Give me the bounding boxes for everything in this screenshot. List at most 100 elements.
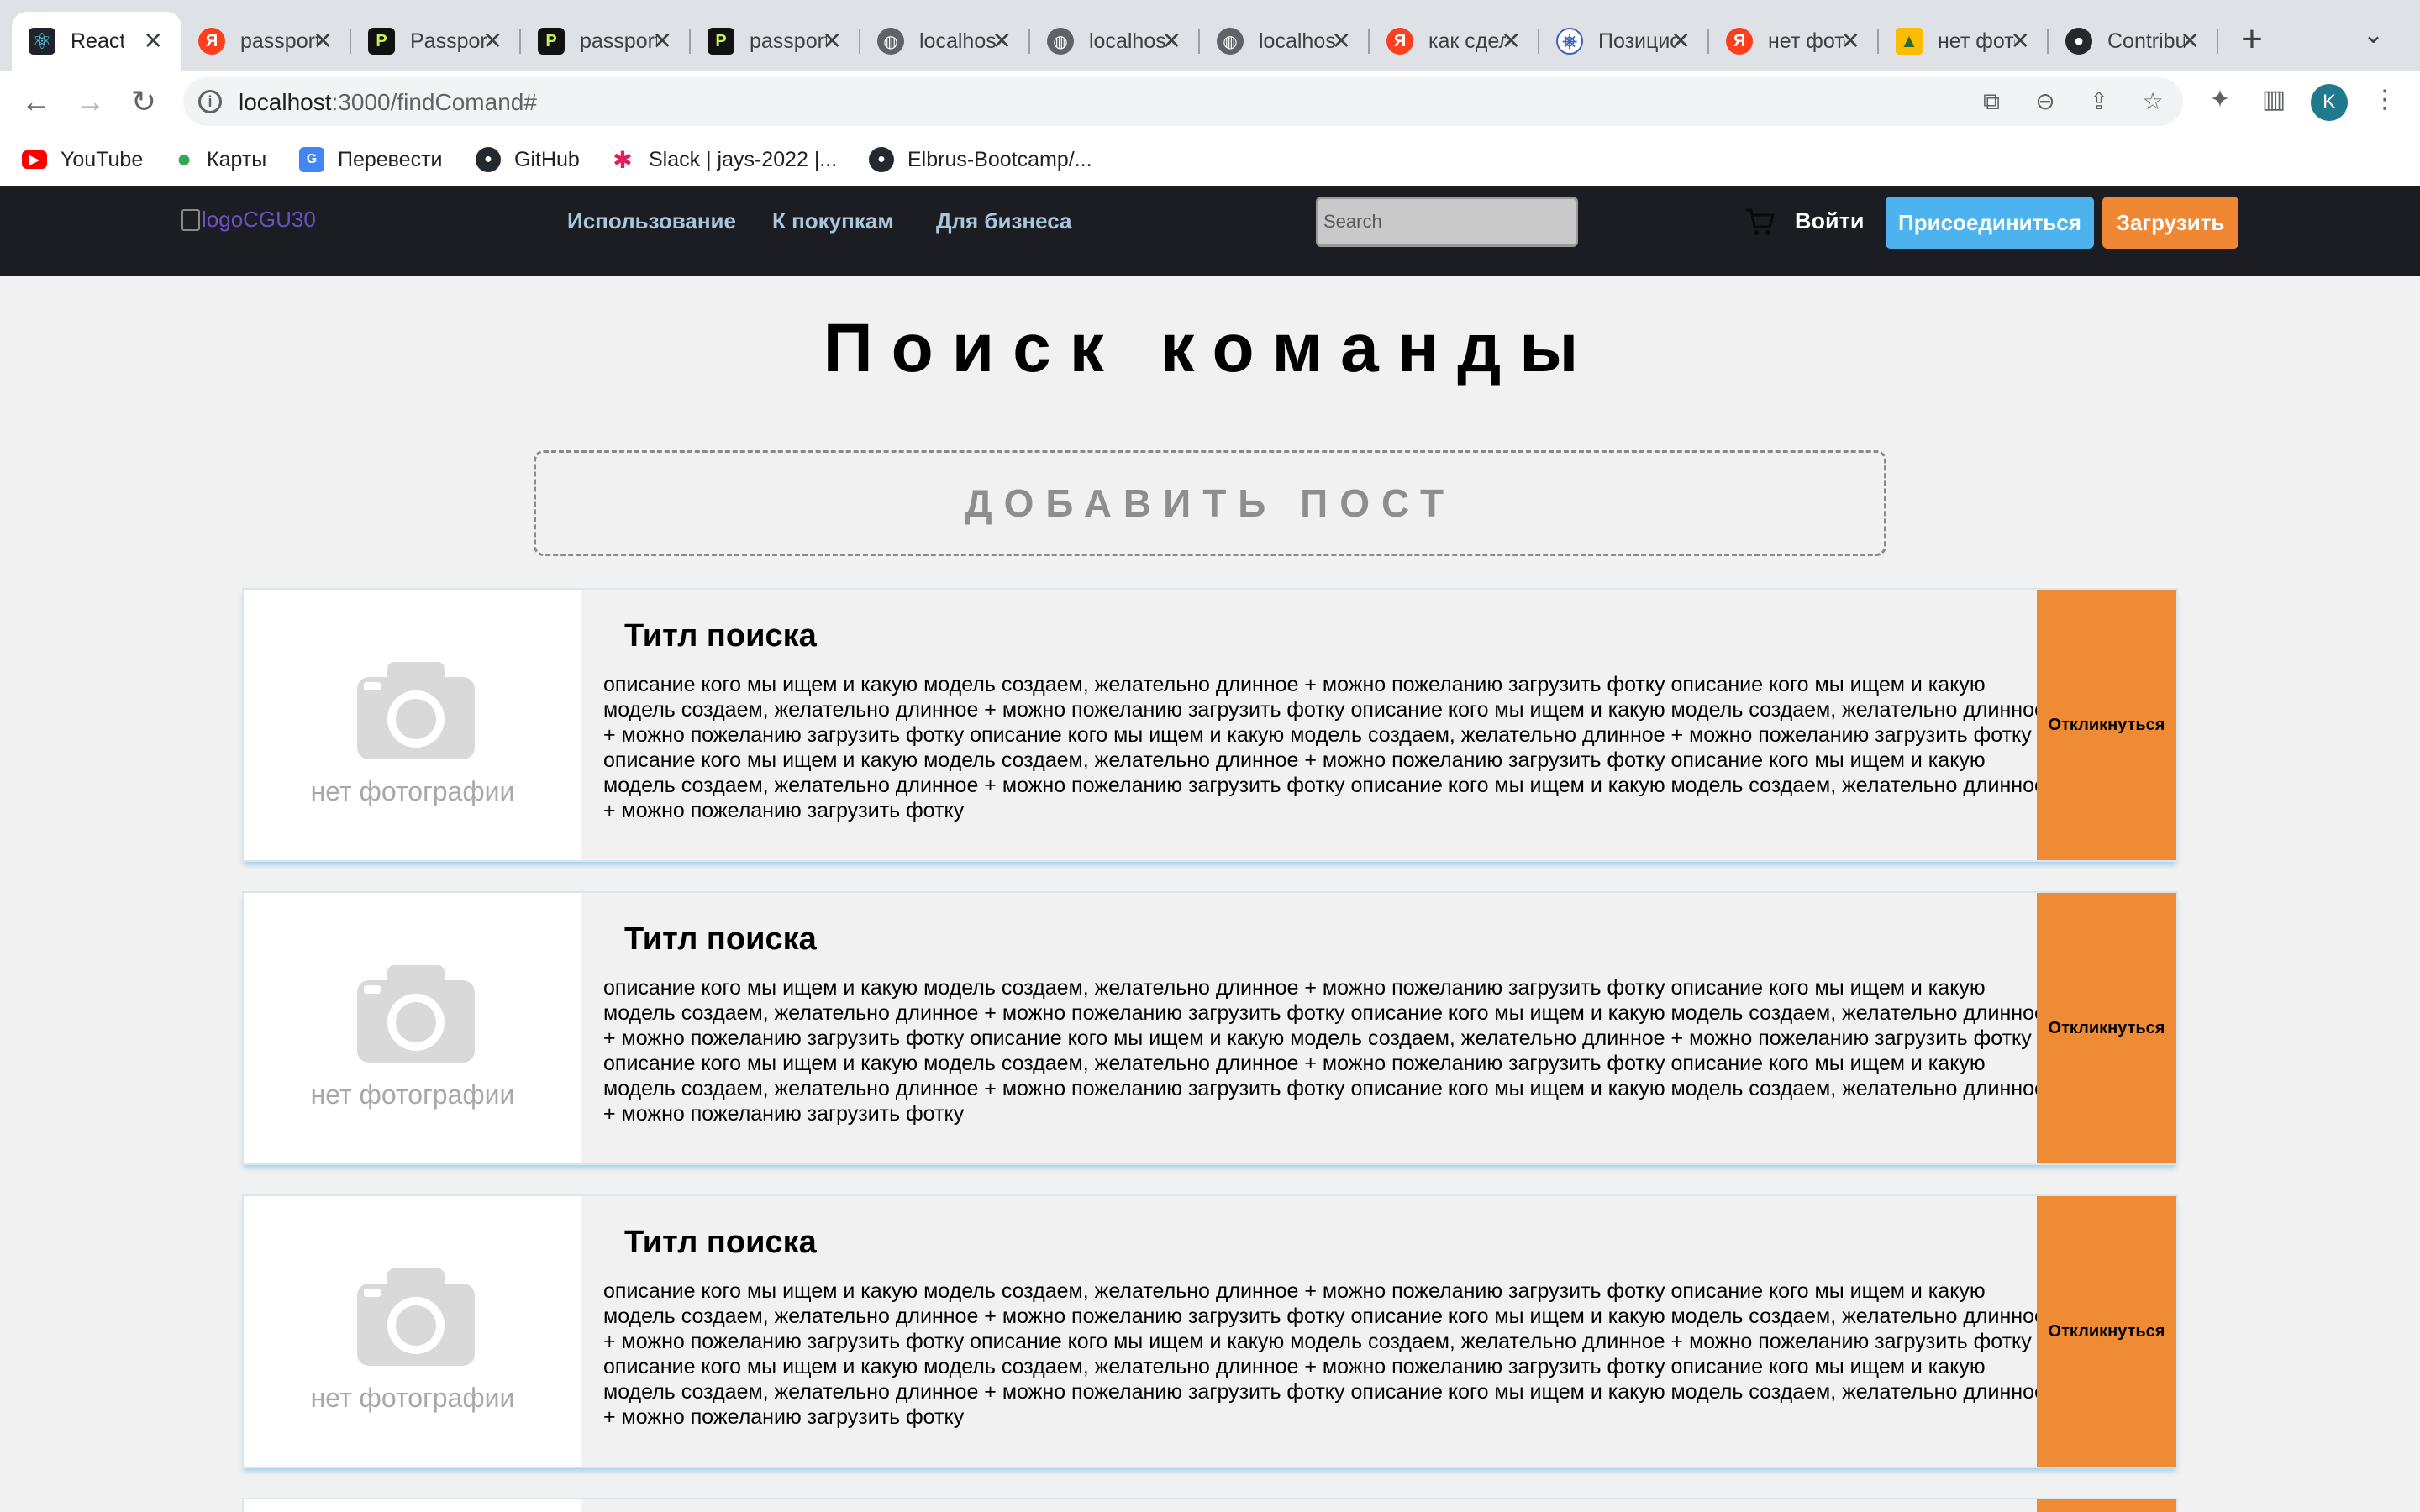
new-tab-button[interactable]: + — [2231, 18, 2273, 60]
logo[interactable]: logoCGU30 — [182, 207, 316, 233]
bookmark-label: YouTube — [60, 147, 144, 171]
bookmark-item[interactable]: ▶ YouTube — [22, 144, 143, 175]
globe-icon: ◍ — [1047, 28, 1074, 55]
tab-title: passport — [580, 29, 657, 53]
url-host: localhost — [239, 89, 332, 115]
join-button[interactable]: Присоединиться — [1886, 197, 2094, 249]
github-icon: ● — [869, 147, 894, 172]
nav-business[interactable]: Для бизнеса — [936, 208, 1071, 234]
tab-title: как сделать — [1428, 29, 1506, 53]
react-icon: ⚛ — [29, 28, 55, 55]
translate-icon[interactable]: ⧉ — [1978, 88, 2005, 115]
tab-title: Contribute — [2107, 29, 2185, 53]
close-icon[interactable]: ✕ — [653, 29, 672, 54]
zoom-icon[interactable]: ⊖ — [2032, 88, 2059, 115]
respond-button[interactable]: Откликнуться — [2037, 590, 2176, 860]
extensions-icon[interactable]: ✦ — [2205, 85, 2235, 115]
browser-tab[interactable]: P Passport ✕ — [351, 12, 521, 71]
close-icon[interactable]: ✕ — [483, 29, 502, 54]
close-icon[interactable]: ✕ — [1502, 29, 1521, 54]
browser-tab[interactable]: ⎈ Позиционирование ✕ — [1539, 12, 1709, 71]
browser-tab[interactable]: P passport ✕ — [521, 12, 691, 71]
browser-tab[interactable]: ◍ localhost ✕ — [860, 12, 1030, 71]
tab-title: нет фото — [1768, 29, 1845, 53]
search-input[interactable] — [1316, 197, 1578, 247]
globe-icon: ◍ — [877, 28, 904, 55]
no-photo-label: нет фотографии — [310, 1079, 515, 1110]
close-icon[interactable]: ✕ — [1332, 29, 1351, 54]
bookmark-item[interactable]: ✱ Slack | jays-2022 |... — [610, 144, 837, 175]
browser-toolbar: ← → ↻ i localhost:3000/findComand# ⧉ ⊖ ⇪… — [0, 71, 2420, 133]
camera-icon — [357, 662, 475, 759]
bookmark-item[interactable]: G Перевести — [299, 144, 443, 175]
post-photo: нет фотографии — [244, 1196, 581, 1467]
camera-icon — [357, 965, 475, 1063]
tab-title: localhost — [1259, 29, 1336, 53]
nav-shopping[interactable]: К покупкам — [772, 208, 894, 234]
address-bar[interactable]: i localhost:3000/findComand# ⧉ ⊖ ⇪ ☆ — [183, 77, 2183, 126]
close-icon[interactable]: ✕ — [823, 29, 842, 54]
share-icon[interactable]: ⇪ — [2086, 88, 2112, 115]
reload-icon[interactable]: ↻ — [124, 82, 163, 121]
browser-tab[interactable]: ◍ localhost ✕ — [1200, 12, 1370, 71]
bookmark-item[interactable]: ● GitHub — [476, 144, 580, 175]
tab-title: Позиционирование — [1598, 29, 1676, 53]
chevron-down-icon[interactable]: ⌄ — [2363, 20, 2384, 50]
close-icon[interactable]: ✕ — [144, 29, 163, 54]
passport-js-icon: P — [538, 28, 565, 55]
bookmark-star-icon[interactable]: ☆ — [2139, 88, 2166, 115]
close-icon[interactable]: ✕ — [2181, 29, 2200, 54]
cart-icon[interactable] — [1744, 207, 1776, 237]
close-icon[interactable]: ✕ — [2011, 29, 2030, 54]
respond-button[interactable] — [2037, 1499, 2176, 1512]
bookmark-item[interactable]: ● Elbrus-Bootcamp/... — [869, 144, 1092, 175]
yandex-icon: Я — [1386, 28, 1413, 55]
nav-usage[interactable]: Использование — [567, 208, 736, 234]
bookmarks-bar: ▶ YouTube ● Карты G Перевести ● GitHub ✱… — [0, 133, 2420, 186]
translate-icon: G — [299, 147, 324, 172]
post-title: Титл поиска — [624, 618, 817, 654]
post-title: Титл поиска — [624, 1225, 817, 1260]
tab-title: passport — [750, 29, 827, 53]
browser-tab[interactable]: P passport ✕ — [691, 12, 860, 71]
post-card: нет фотографии Титл поиска описание кого… — [242, 891, 2178, 1165]
github-icon: ● — [476, 147, 501, 172]
upload-button[interactable]: Загрузить — [2102, 197, 2238, 249]
side-panel-icon[interactable]: ▥ — [2259, 85, 2289, 115]
post-photo — [244, 1499, 581, 1512]
login-link[interactable]: Войти — [1795, 208, 1864, 234]
bookmark-label: Elbrus-Bootcamp/... — [908, 147, 1092, 171]
close-icon[interactable]: ✕ — [1671, 29, 1691, 54]
close-icon[interactable]: ✕ — [313, 29, 333, 54]
avatar[interactable]: K — [2311, 84, 2348, 121]
respond-button[interactable]: Откликнуться — [2037, 1196, 2176, 1467]
passport-js-icon: P — [368, 28, 395, 55]
close-icon[interactable]: ✕ — [992, 29, 1012, 54]
close-icon[interactable]: ✕ — [1162, 29, 1181, 54]
add-post-button[interactable]: ДОБАВИТЬ ПОСТ — [534, 450, 1886, 556]
page-title: Поиск команды — [823, 310, 1597, 386]
globe-icon: ◍ — [1217, 28, 1244, 55]
respond-button[interactable]: Откликнуться — [2037, 893, 2176, 1163]
browser-tab[interactable]: Я passport ✕ — [182, 12, 351, 71]
tab-title: localhost — [919, 29, 997, 53]
back-arrow-icon[interactable]: ← — [17, 82, 55, 121]
site-header: logoCGU30 Использование К покупкам Для б… — [0, 186, 2420, 276]
more-menu-icon[interactable]: ⋮ — [2370, 85, 2400, 115]
no-photo-label: нет фотографии — [310, 1383, 515, 1413]
browser-tab[interactable]: ◍ localhost ✕ — [1030, 12, 1200, 71]
url-text[interactable]: localhost:3000/findComand# — [239, 89, 537, 116]
close-icon[interactable]: ✕ — [1841, 29, 1860, 54]
browser-tab[interactable]: Я нет фото ✕ — [1709, 12, 1879, 71]
forward-arrow-icon[interactable]: → — [71, 82, 109, 121]
no-photo-label: нет фотографии — [310, 776, 515, 806]
browser-tab[interactable]: ▲ нет фото ✕ — [1879, 12, 2049, 71]
slack-icon: ✱ — [610, 147, 635, 173]
info-icon[interactable]: i — [198, 90, 222, 113]
bookmark-item[interactable]: ● Карты — [171, 144, 266, 175]
browser-tab[interactable]: ● Contribute ✕ — [2049, 12, 2218, 71]
post-card: нет фотографии Титл поиска описание кого… — [242, 1194, 2178, 1468]
browser-tab[interactable]: ⚛ React ✕ — [12, 12, 182, 71]
browser-tab[interactable]: Я как сделать ✕ — [1370, 12, 1539, 71]
tab-title: нет фото — [1938, 29, 2015, 53]
